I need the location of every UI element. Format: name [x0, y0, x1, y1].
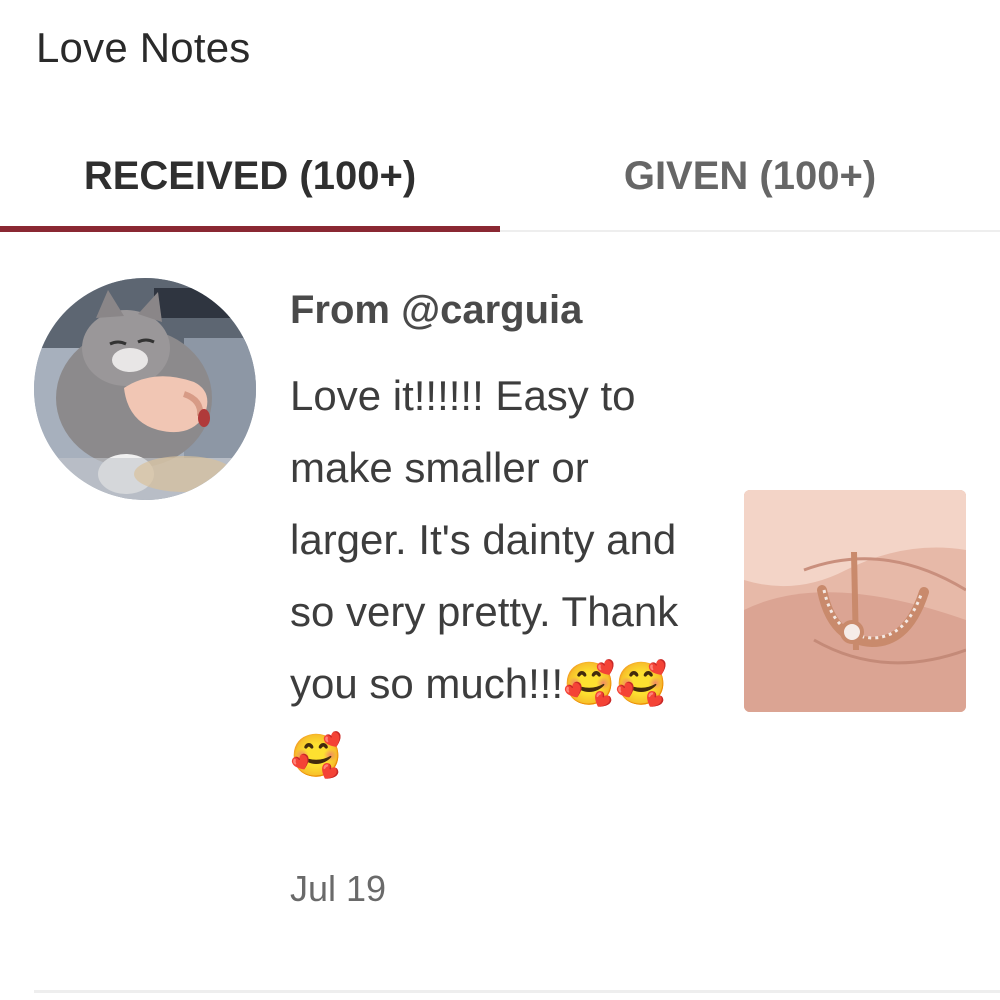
sender-avatar[interactable] [34, 278, 256, 500]
notes-tabs: RECEIVED (100+) GIVEN (100+) [0, 120, 1000, 232]
love-note-item: From @carguia Love it!!!!!! Easy to make… [0, 232, 1000, 992]
product-thumbnail[interactable] [744, 490, 966, 712]
note-sender[interactable]: From @carguia [290, 288, 582, 333]
note-date: Jul 19 [290, 868, 387, 909]
note-divider [34, 990, 1000, 993]
cat-photo-icon [34, 278, 256, 500]
tab-received[interactable]: RECEIVED (100+) [0, 120, 500, 232]
ring-photo-icon [744, 490, 966, 712]
love-notes-page: Love Notes RECEIVED (100+) GIVEN (100+) [0, 0, 1000, 1000]
page-title: Love Notes [36, 24, 251, 71]
note-message: Love it!!!!!! Easy to make smaller or la… [290, 372, 679, 779]
tab-given[interactable]: GIVEN (100+) [500, 120, 1000, 232]
